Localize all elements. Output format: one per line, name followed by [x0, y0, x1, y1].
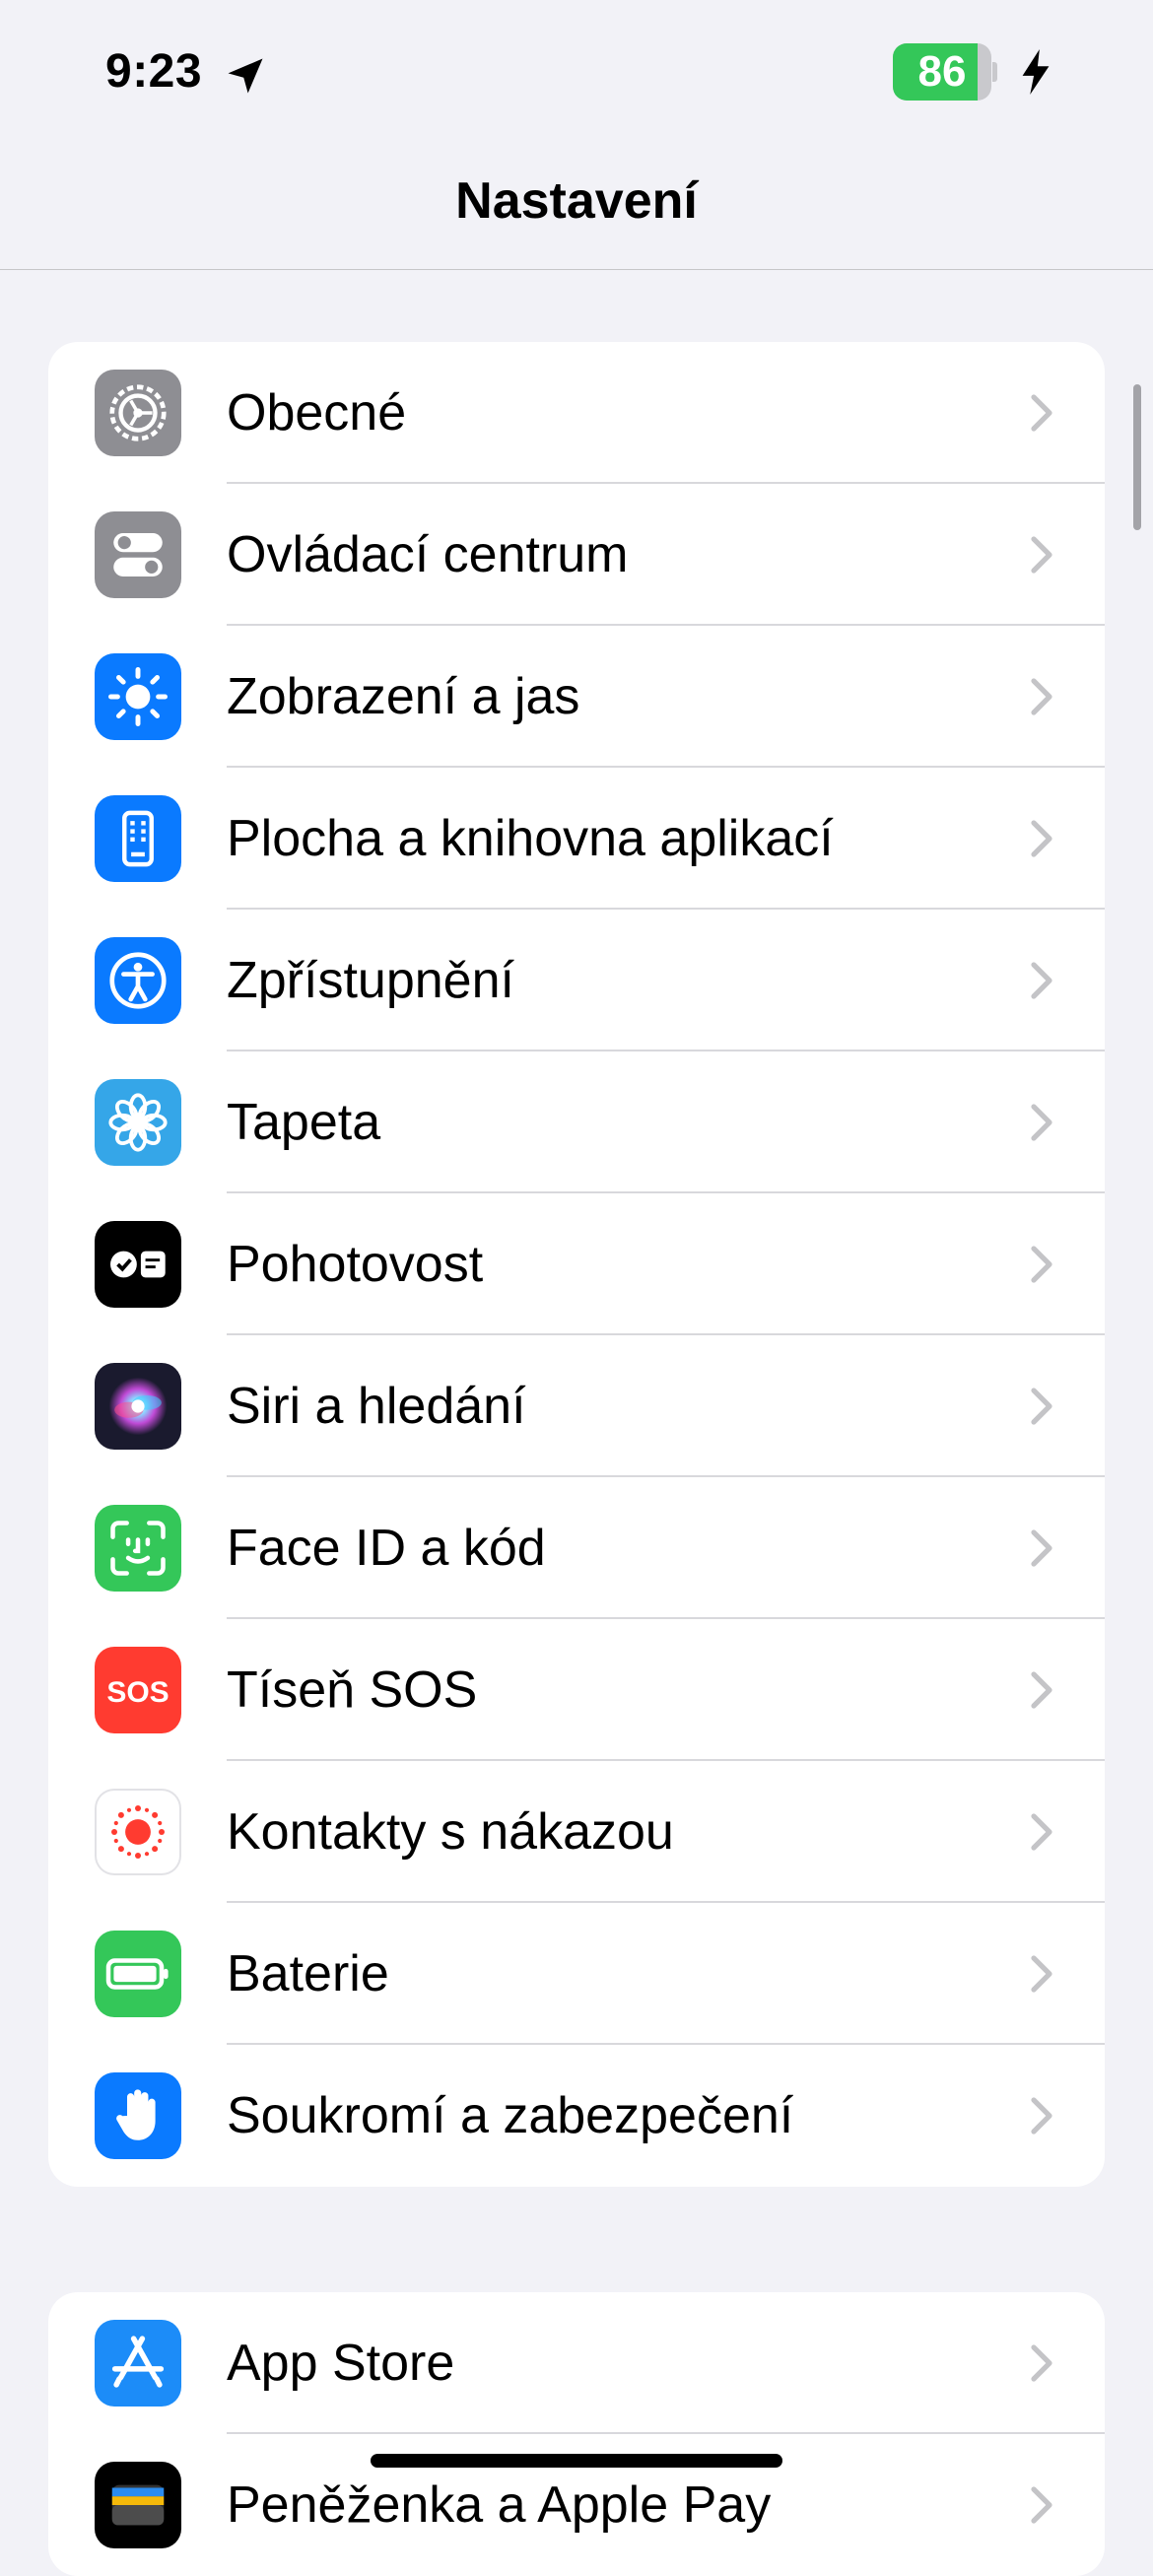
chevron-right-icon: [1031, 2344, 1052, 2382]
settings-row-label: Tíseň SOS: [227, 1661, 478, 1719]
settings-row-ovladaci-centrum[interactable]: Ovládací centrum: [48, 484, 1105, 626]
accessibility-icon: [95, 937, 181, 1024]
scroll-indicator[interactable]: [1133, 384, 1141, 530]
settings-row-plocha-a-knihovna-aplikaci[interactable]: Plocha a knihovna aplikací: [48, 768, 1105, 910]
battery-indicator: 86: [893, 43, 997, 101]
svg-text:SOS: SOS: [106, 1676, 169, 1709]
hand-icon: [95, 2072, 181, 2159]
flower-icon: [95, 1079, 181, 1166]
battery-icon: [95, 1931, 181, 2017]
settings-row-kontakty-s-nakazou[interactable]: Kontakty s nákazou: [48, 1761, 1105, 1903]
charging-bolt-icon: [1022, 49, 1050, 95]
settings-row-zobrazeni-a-jas[interactable]: Zobrazení a jas: [48, 626, 1105, 768]
chevron-right-icon: [1031, 1955, 1052, 1993]
chevron-right-icon: [1031, 962, 1052, 999]
chevron-right-icon: [1031, 678, 1052, 715]
settings-row-soukromi-a-zabezpeceni[interactable]: Soukromí a zabezpečení: [48, 2045, 1105, 2187]
standby-icon: [95, 1221, 181, 1308]
settings-row-tisen-sos[interactable]: SOS Tíseň SOS: [48, 1619, 1105, 1761]
battery-percent: 86: [917, 47, 967, 96]
chevron-right-icon: [1031, 820, 1052, 857]
settings-row-obecne[interactable]: Obecné: [48, 342, 1105, 484]
chevron-right-icon: [1031, 1671, 1052, 1709]
chevron-right-icon: [1031, 1104, 1052, 1141]
chevron-right-icon: [1031, 394, 1052, 432]
settings-row-label: App Store: [227, 2335, 455, 2392]
siri-icon: [95, 1363, 181, 1450]
chevron-right-icon: [1031, 1246, 1052, 1283]
wallet-icon: [95, 2462, 181, 2548]
sun-icon: [95, 653, 181, 740]
sos-icon: SOS: [95, 1647, 181, 1733]
settings-row-zpristupneni[interactable]: Zpřístupnění: [48, 910, 1105, 1051]
app-store-icon: [95, 2320, 181, 2407]
settings-row-siri-a-hledani[interactable]: Siri a hledání: [48, 1335, 1105, 1477]
settings-row-label: Face ID a kód: [227, 1520, 546, 1577]
chevron-right-icon: [1031, 2486, 1052, 2524]
settings-row-label: Obecné: [227, 384, 407, 441]
status-time: 9:23: [105, 45, 203, 98]
chevron-right-icon: [1031, 2097, 1052, 2135]
chevron-right-icon: [1031, 1529, 1052, 1567]
face-id-icon: [95, 1505, 181, 1592]
navigation-bar: Nastavení: [0, 148, 1153, 270]
status-bar: 9:23 86: [0, 0, 1153, 148]
settings-row-label: Kontakty s nákazou: [227, 1803, 674, 1861]
location-arrow-icon: [228, 58, 263, 94]
settings-row-face-id-a-kod[interactable]: Face ID a kód: [48, 1477, 1105, 1619]
settings-row-label: Zobrazení a jas: [227, 668, 580, 725]
home-screen-icon: [95, 795, 181, 882]
settings-group-store: App Store Peněženka a Apple Pay: [48, 2292, 1105, 2576]
settings-row-app-store[interactable]: App Store: [48, 2292, 1105, 2434]
settings-row-label: Tapeta: [227, 1094, 381, 1151]
page-title: Nastavení: [455, 172, 698, 230]
exposure-icon: [95, 1789, 181, 1875]
chevron-right-icon: [1031, 536, 1052, 574]
settings-row-baterie[interactable]: Baterie: [48, 1903, 1105, 2045]
settings-row-label: Plocha a knihovna aplikací: [227, 810, 834, 867]
settings-group-primary: Obecné Ovládací centrum Zobrazení a jas Plo…: [48, 342, 1105, 2187]
chevron-right-icon: [1031, 1388, 1052, 1425]
settings-row-label: Baterie: [227, 1945, 389, 2002]
home-indicator[interactable]: [371, 2454, 782, 2468]
settings-row-pohotovost[interactable]: Pohotovost: [48, 1193, 1105, 1335]
chevron-right-icon: [1031, 1813, 1052, 1851]
settings-row-label: Pohotovost: [227, 1236, 484, 1293]
settings-row-label: Siri a hledání: [227, 1378, 526, 1435]
gear-icon: [95, 370, 181, 456]
settings-row-label: Ovládací centrum: [227, 526, 629, 583]
settings-row-label: Zpřístupnění: [227, 952, 514, 1009]
settings-row-tapeta[interactable]: Tapeta: [48, 1051, 1105, 1193]
settings-row-label: Soukromí a zabezpečení: [227, 2087, 794, 2144]
switches-icon: [95, 511, 181, 598]
